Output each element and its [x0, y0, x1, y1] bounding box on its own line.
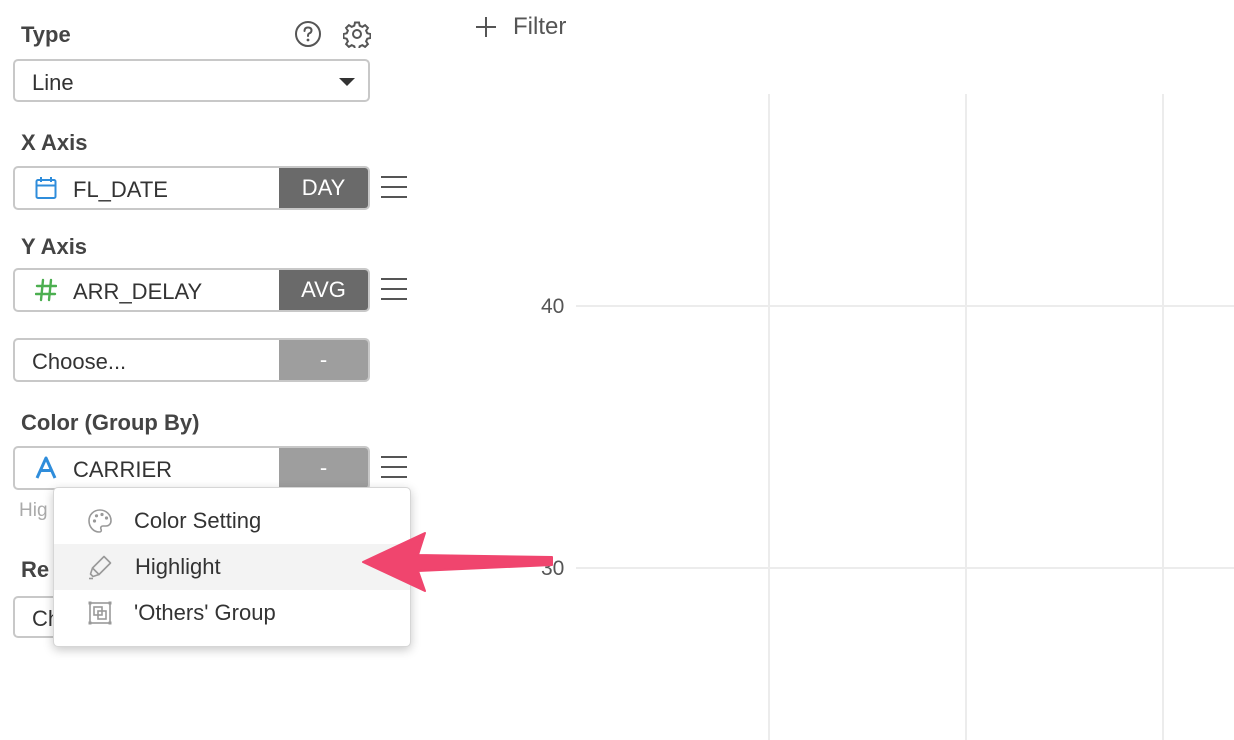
menu-item-color-setting-label: Color Setting: [134, 508, 262, 533]
y-axis-menu-icon[interactable]: [381, 278, 407, 300]
menu-item-others-group-label: 'Others' Group: [134, 600, 276, 625]
y-axis-field[interactable]: ARR_DELAY AVG: [13, 268, 370, 312]
color-group-aggregation-button[interactable]: -: [279, 448, 368, 488]
x-axis-field[interactable]: FL_DATE DAY: [13, 166, 370, 210]
text-type-icon: [34, 456, 57, 480]
grid-line-vertical: [1162, 94, 1164, 740]
y-axis-extra-aggregation-button[interactable]: -: [279, 340, 368, 380]
grid-line-vertical: [965, 94, 967, 740]
chart-type-value: Line: [32, 70, 74, 95]
x-axis-field-name: FL_DATE: [73, 177, 168, 202]
x-axis-menu-icon[interactable]: [381, 176, 407, 198]
y-tick-label: 40: [541, 295, 565, 318]
y-axis-label: Y Axis: [21, 234, 88, 259]
others-group-icon: [87, 600, 113, 626]
highlight-hint-text: Hig: [19, 500, 48, 521]
calendar-icon: [35, 176, 57, 200]
color-group-field[interactable]: CARRIER -: [13, 446, 370, 490]
grid-line-vertical: [768, 94, 770, 740]
color-group-field-name: CARRIER: [73, 457, 173, 482]
y-axis-aggregation-button[interactable]: AVG: [279, 270, 368, 310]
chart-type-select[interactable]: Line: [13, 59, 370, 102]
help-icon[interactable]: [294, 20, 322, 48]
number-icon: [34, 278, 58, 302]
grid-line-horizontal: [576, 567, 1234, 569]
x-axis-aggregation-button[interactable]: DAY: [279, 168, 368, 208]
y-axis-extra-placeholder: Choose...: [32, 349, 127, 374]
highlighter-icon: [87, 554, 113, 580]
repeat-label: Re: [21, 557, 50, 582]
plus-icon: [474, 15, 498, 39]
type-label: Type: [21, 22, 71, 47]
x-axis-label: X Axis: [21, 130, 88, 155]
gear-icon[interactable]: [342, 20, 372, 51]
annotation-arrow: [362, 532, 553, 592]
menu-item-highlight-label: Highlight: [135, 554, 221, 579]
y-axis-extra-field[interactable]: Choose... -: [13, 338, 370, 382]
grid-line-horizontal: [576, 305, 1234, 307]
palette-icon: [87, 508, 113, 534]
y-axis-field-name: ARR_DELAY: [73, 279, 203, 304]
color-group-label: Color (Group By): [21, 410, 200, 435]
chevron-down-icon: [339, 78, 355, 86]
add-filter-label: Filter: [513, 13, 567, 40]
color-group-menu-icon[interactable]: [381, 456, 407, 478]
